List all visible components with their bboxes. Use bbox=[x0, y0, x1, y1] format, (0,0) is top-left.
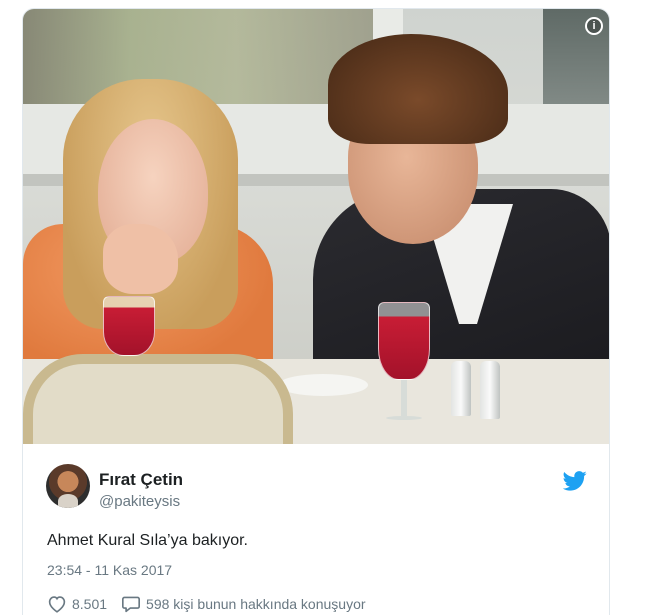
photo-salt-shaker bbox=[451, 361, 471, 416]
tweet-timestamp[interactable]: 23:54 - 11 Kas 2017 bbox=[47, 562, 172, 578]
tweet-body: Fırat Çetin @pakiteysis Ahmet Kural Sıla… bbox=[23, 444, 609, 615]
author-handle[interactable]: @pakiteysis bbox=[99, 493, 180, 510]
conversation-text: 598 kişi bunun hakkında konuşuyor bbox=[146, 596, 366, 612]
heart-icon bbox=[48, 596, 66, 613]
tweet-card: i Fırat Çetin @pakiteysis Ahmet Kural Sı… bbox=[22, 8, 610, 615]
photo-woman-hand bbox=[103, 224, 178, 294]
avatar[interactable] bbox=[46, 464, 90, 508]
conversation-link[interactable]: 598 kişi bunun hakkında konuşuyor bbox=[121, 595, 366, 613]
photo-wine-glass-right bbox=[378, 302, 430, 424]
author-name[interactable]: Fırat Çetin bbox=[99, 470, 183, 490]
photo-plate bbox=[278, 374, 368, 396]
tweet-text: Ahmet Kural Sıla’ya bakıyor. bbox=[47, 532, 248, 549]
twitter-bird-icon[interactable] bbox=[563, 470, 587, 492]
info-icon[interactable]: i bbox=[585, 17, 603, 35]
tweet-photo[interactable]: i bbox=[23, 9, 609, 444]
photo-pepper-shaker bbox=[480, 361, 500, 419]
photo-chair bbox=[23, 354, 293, 444]
photo-man-hair bbox=[328, 34, 508, 144]
tweet-actions: 8.501 598 kişi bunun hakkında konuşuyor bbox=[47, 594, 380, 614]
photo-background-window bbox=[23, 9, 378, 104]
like-button[interactable]: 8.501 bbox=[47, 595, 107, 613]
photo-wine-glass-left bbox=[103, 296, 155, 356]
like-count: 8.501 bbox=[72, 596, 108, 612]
speech-bubble-icon bbox=[122, 596, 141, 613]
